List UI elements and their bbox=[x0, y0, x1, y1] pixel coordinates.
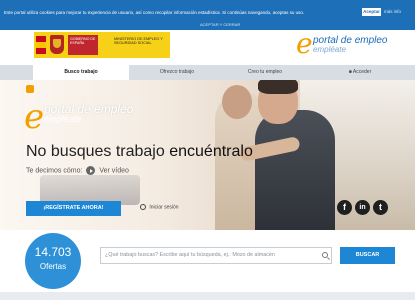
offers-counter: 14.703 Ofertas bbox=[25, 233, 81, 289]
video-link[interactable]: Ver vídeo bbox=[99, 167, 129, 174]
coat-of-arms-icon bbox=[50, 35, 64, 54]
hero-headline-plain: No busques trabajo bbox=[26, 143, 165, 160]
ministry-label: MINISTERIO DE EMPLEO Y SEGURIDAD SOCIAL bbox=[114, 37, 163, 46]
search-button[interactable]: BUSCAR bbox=[340, 247, 395, 264]
cookie-banner: Este portal utiliza cookies para mejorar… bbox=[0, 0, 415, 30]
hero-e-icon: e bbox=[24, 97, 45, 137]
nav-creo-tu-empleo[interactable]: Creo tu empleo bbox=[225, 65, 305, 80]
hero-headline-bold: encuéntralo bbox=[169, 143, 253, 160]
cookie-close-link[interactable]: ACEPTAR Y CERRAR bbox=[200, 22, 240, 27]
main-nav: Busco trabajo Ofrezco trabajo Creo tu em… bbox=[0, 65, 415, 80]
nav-ofrezco-trabajo[interactable]: Ofrezco trabajo bbox=[129, 65, 225, 80]
nav-acceder[interactable]: ■ Acceder bbox=[330, 65, 390, 80]
hero-banner: e portal de empleo empléate No busques t… bbox=[0, 80, 415, 230]
brand-tagline: empléate bbox=[313, 45, 346, 54]
hero-logo-dot bbox=[26, 85, 34, 93]
video-line: Te decimos cómo: Ver vídeo bbox=[26, 166, 129, 175]
cookie-accept-button[interactable]: Aceptar bbox=[362, 8, 381, 16]
register-button[interactable]: ¡REGÍSTRATE AHORA! bbox=[26, 201, 121, 216]
hero-headline: No busques trabajo encuéntralo bbox=[26, 143, 253, 161]
user-icon bbox=[140, 204, 146, 210]
gov-label: GOBIERNO DE ESPAÑA bbox=[68, 35, 98, 55]
search-icon[interactable] bbox=[322, 252, 328, 258]
cookie-more-info-link[interactable]: más info bbox=[384, 9, 401, 14]
hero-brand-tagline: empléate bbox=[44, 114, 82, 124]
footer-strip bbox=[0, 292, 415, 300]
play-icon[interactable] bbox=[86, 166, 96, 175]
page: Este portal utiliza cookies para mejorar… bbox=[0, 0, 415, 300]
login-label: Iniciar sesión bbox=[149, 204, 179, 211]
video-prefix: Te decimos cómo: bbox=[26, 167, 83, 175]
login-link[interactable]: Iniciar sesión bbox=[140, 204, 179, 210]
hero-person-man bbox=[255, 110, 335, 230]
twitter-icon[interactable]: t bbox=[373, 200, 388, 215]
lock-icon: ■ bbox=[348, 69, 352, 75]
government-logo[interactable]: GOBIERNO DE ESPAÑA MINISTERIO DE EMPLEO … bbox=[34, 32, 170, 58]
site-header: GOBIERNO DE ESPAÑA MINISTERIO DE EMPLEO … bbox=[0, 30, 415, 65]
brand-e-icon[interactable]: e bbox=[296, 30, 313, 58]
offers-count: 14.703 bbox=[34, 245, 72, 259]
facebook-icon[interactable]: f bbox=[337, 200, 352, 215]
search-input[interactable]: ¿Qué trabajo buscas? Escribe aquí tu bús… bbox=[100, 247, 332, 264]
offers-label: Ofertas bbox=[39, 262, 67, 271]
hero-person-man-hair bbox=[258, 80, 298, 94]
spain-flag-icon bbox=[36, 36, 46, 54]
nav-acceder-label: Acceder bbox=[352, 69, 372, 75]
hero-person-woman-head bbox=[222, 85, 252, 119]
cookie-text: Este portal utiliza cookies para mejorar… bbox=[4, 10, 305, 15]
nav-busco-trabajo[interactable]: Busco trabajo bbox=[33, 65, 129, 80]
instagram-icon[interactable]: in bbox=[355, 200, 370, 215]
